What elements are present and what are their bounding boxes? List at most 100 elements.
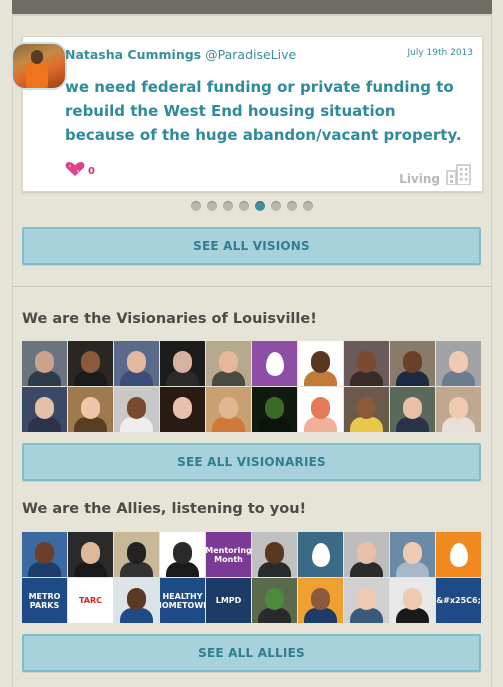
ally-logo-avatar[interactable]: &#x25C6; — [436, 578, 481, 623]
allies-title: We are the Allies, listening to you! — [22, 501, 307, 517]
like-control[interactable]: 0 — [65, 161, 95, 177]
ally-avatar[interactable] — [160, 532, 205, 577]
visionary-avatar[interactable] — [252, 387, 297, 432]
avatar-body — [212, 417, 245, 432]
visionaries-grid — [22, 341, 481, 432]
vision-date: July 19th 2013 — [407, 48, 474, 58]
buildings-icon — [446, 163, 472, 189]
avatar-face — [35, 397, 54, 419]
visionary-avatar[interactable] — [114, 341, 159, 386]
allies-grid: Mentoring Month METRO PARKS TARC HEALTHY HO… — [22, 532, 481, 623]
avatar-face — [311, 351, 330, 373]
see-all-allies-button[interactable]: SEE ALL ALLIES — [22, 634, 481, 672]
avatar-face — [35, 542, 54, 564]
ally-avatar[interactable] — [252, 532, 297, 577]
avatar-body — [304, 417, 337, 432]
visionary-avatar[interactable] — [160, 387, 205, 432]
ally-avatar[interactable] — [114, 532, 159, 577]
carousel-dot[interactable] — [271, 201, 281, 211]
ally-default-avatar[interactable] — [436, 532, 481, 577]
author-name[interactable]: Natasha Cummings — [65, 47, 201, 62]
avatar-face — [219, 351, 238, 373]
visionary-avatar[interactable] — [390, 387, 435, 432]
avatar-face — [81, 351, 100, 373]
avatar-face — [173, 397, 192, 419]
ally-avatar[interactable] — [344, 578, 389, 623]
visionary-avatar[interactable] — [344, 387, 389, 432]
avatar-body — [120, 562, 153, 577]
ally-avatar[interactable] — [390, 578, 435, 623]
avatar-face — [357, 351, 376, 373]
avatar-body — [304, 608, 337, 623]
avatar-face — [311, 588, 330, 610]
avatar-body — [120, 417, 153, 432]
carousel-dot[interactable] — [191, 201, 201, 211]
visionary-avatar[interactable] — [298, 387, 343, 432]
visionary-avatar[interactable] — [22, 341, 67, 386]
visionary-avatar[interactable] — [206, 341, 251, 386]
ally-avatar[interactable] — [114, 578, 159, 623]
avatar-body — [120, 371, 153, 386]
category-tag[interactable]: Living — [399, 163, 472, 189]
avatar-face — [127, 397, 146, 419]
ally-avatar[interactable] — [252, 578, 297, 623]
visionary-avatar[interactable] — [298, 341, 343, 386]
see-all-visions-button[interactable]: SEE ALL VISIONS — [22, 227, 481, 265]
ally-avatar[interactable] — [390, 532, 435, 577]
avatar-body — [350, 608, 383, 623]
avatar-face — [173, 351, 192, 373]
vision-card[interactable]: Natasha Cummings @ParadiseLive July 19th … — [11, 36, 483, 192]
heart-icon[interactable] — [65, 161, 85, 177]
egg-icon — [449, 542, 468, 567]
ally-avatar[interactable] — [22, 532, 67, 577]
visionary-avatar[interactable] — [436, 387, 481, 432]
avatar-body — [258, 562, 291, 577]
avatar-face — [449, 351, 468, 373]
ally-default-avatar[interactable] — [298, 532, 343, 577]
visionary-avatar[interactable] — [68, 341, 113, 386]
carousel-dot[interactable] — [223, 201, 233, 211]
avatar-face — [449, 397, 468, 419]
carousel-dot[interactable] — [287, 201, 297, 211]
avatar-body — [258, 417, 291, 432]
visionary-avatar[interactable] — [206, 387, 251, 432]
avatar-body — [28, 417, 61, 432]
egg-icon — [311, 542, 330, 567]
carousel-dot[interactable] — [207, 201, 217, 211]
ally-logo-avatar[interactable]: TARC — [68, 578, 113, 623]
ally-logo-avatar[interactable]: Mentoring Month — [206, 532, 251, 577]
ally-avatar[interactable] — [68, 532, 113, 577]
author-avatar[interactable] — [11, 42, 67, 90]
visionary-avatar[interactable] — [160, 341, 205, 386]
avatar-body — [166, 562, 199, 577]
visionary-avatar[interactable] — [344, 341, 389, 386]
carousel-dot[interactable] — [239, 201, 249, 211]
visionary-avatar[interactable] — [114, 387, 159, 432]
avatar-body — [166, 417, 199, 432]
visionary-default-avatar[interactable] — [252, 341, 297, 386]
visionary-avatar[interactable] — [68, 387, 113, 432]
avatar-face — [127, 351, 146, 373]
avatar-body — [28, 371, 61, 386]
ally-avatar[interactable] — [298, 578, 343, 623]
avatar-face — [127, 588, 146, 610]
category-label: Living — [399, 172, 440, 186]
author-handle[interactable]: @ParadiseLive — [205, 47, 296, 62]
avatar-face — [265, 397, 284, 419]
right-border — [491, 14, 492, 687]
carousel-dot[interactable] — [303, 201, 313, 211]
ally-avatar[interactable] — [344, 532, 389, 577]
org-logo: Mentoring Month — [206, 545, 251, 564]
ally-logo-avatar[interactable]: LMPD — [206, 578, 251, 623]
ally-logo-avatar[interactable]: HEALTHY HOMETOWN — [160, 578, 205, 623]
org-logo: &#x25C6; — [436, 596, 481, 605]
carousel-dot[interactable] — [255, 201, 265, 211]
avatar-face — [357, 542, 376, 564]
ally-logo-avatar[interactable]: METRO PARKS — [22, 578, 67, 623]
visionary-avatar[interactable] — [22, 387, 67, 432]
visionary-avatar[interactable] — [390, 341, 435, 386]
visionary-avatar[interactable] — [436, 341, 481, 386]
avatar-body — [396, 371, 429, 386]
avatar-face — [81, 397, 100, 419]
see-all-visionaries-button[interactable]: SEE ALL VISIONARIES — [22, 443, 481, 481]
